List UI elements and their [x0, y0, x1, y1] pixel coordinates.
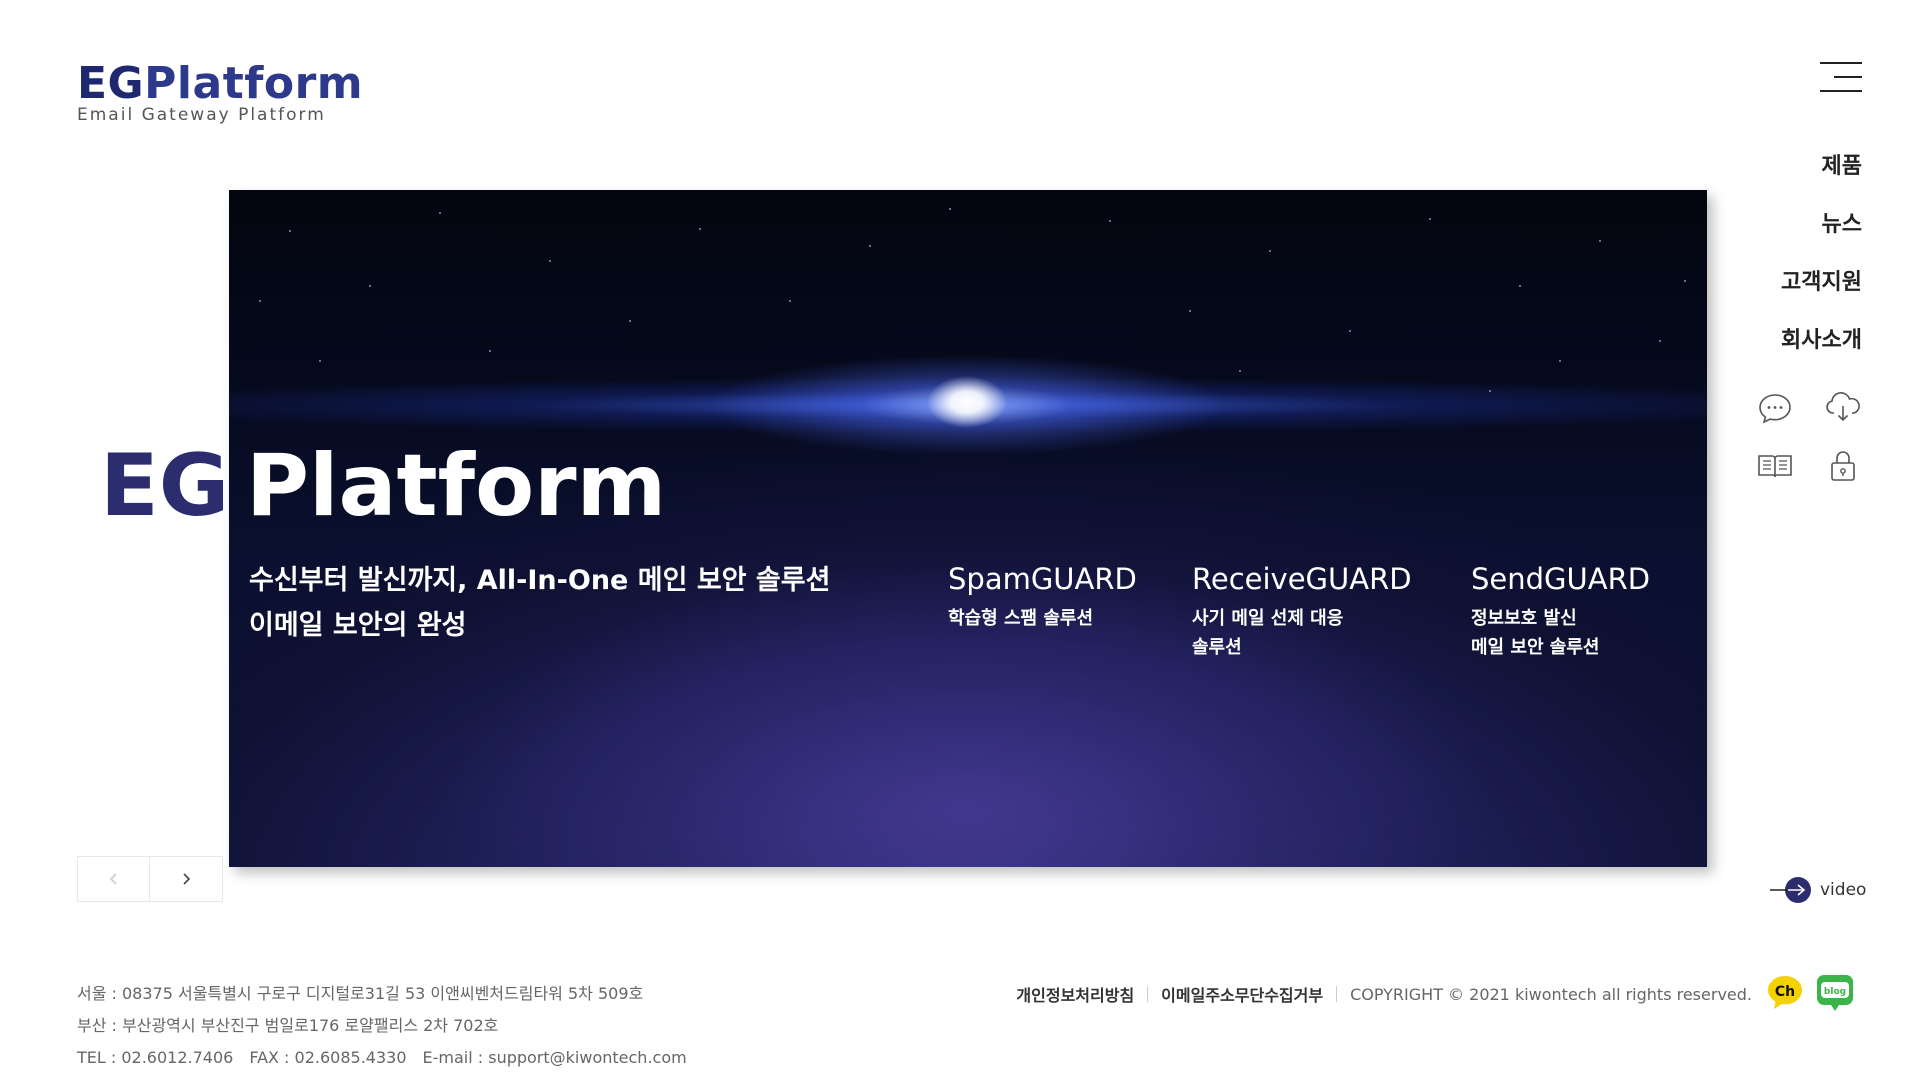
nav-item-news[interactable]: 뉴스	[1781, 210, 1862, 268]
nav-item-products[interactable]: 제품	[1781, 152, 1862, 210]
kakao-channel-icon[interactable]: Ch	[1765, 973, 1805, 1013]
logo-wordmark: EGPlatform	[77, 62, 363, 106]
logo-eg: EG	[77, 58, 145, 109]
lock-icon[interactable]	[1823, 446, 1863, 486]
chevron-left-icon	[109, 873, 117, 885]
blog-icon[interactable]: blog	[1815, 973, 1855, 1013]
email[interactable]: E-mail : support@kiwontech.com	[423, 1048, 687, 1067]
address-busan: 부산 : 부산광역시 부산진구 범일로176 로얄팰리스 2차 702호	[77, 1016, 499, 1035]
tel: TEL : 02.6012.7406	[77, 1048, 234, 1067]
product-desc-line2: 메일 보안 솔루션	[1471, 637, 1600, 658]
hero-title-eg: EG	[100, 436, 230, 536]
chat-icon[interactable]	[1755, 388, 1795, 428]
slider-controls	[77, 856, 223, 902]
menu-icon[interactable]	[1820, 60, 1862, 96]
product-name: SendGUARD	[1471, 562, 1651, 596]
ch-label: Ch	[1775, 984, 1795, 1000]
contact-line: TEL : 02.6012.7406 FAX : 02.6085.4330 E-ma…	[77, 1042, 687, 1074]
slider-prev-button[interactable]	[78, 857, 150, 901]
fax: FAX : 02.6085.4330	[249, 1048, 407, 1067]
divider	[1147, 986, 1149, 1002]
cloud-download-icon[interactable]	[1823, 388, 1863, 428]
footer-links: 개인정보처리방침 이메일주소무단수집거부 COPYRIGHT © 2021 ki…	[1016, 982, 1752, 1006]
product-desc-line1: 사기 메일 선제 대응	[1192, 608, 1344, 629]
copyright: COPYRIGHT © 2021 kiwontech all rights re…	[1350, 984, 1752, 1004]
logo-platform: Platform	[144, 58, 364, 109]
nav-item-company[interactable]: 회사소개	[1781, 326, 1862, 384]
product-sendguard[interactable]: SendGUARD 정보보호 발신 메일 보안 솔루션	[1471, 558, 1650, 662]
product-desc-line1: 학습형 스팸 솔루션	[948, 608, 1094, 629]
product-desc-line1: 정보보호 발신	[1471, 608, 1577, 629]
product-desc-line2: 솔루션	[1192, 637, 1242, 658]
product-name: SpamGUARD	[948, 562, 1137, 596]
product-name: ReceiveGUARD	[1192, 562, 1412, 596]
email-refuse-link[interactable]: 이메일주소무단수집거부	[1161, 982, 1323, 1006]
hero-subtitle-line1: 수신부터 발신까지, All-In-One 메인 보안 솔루션	[249, 565, 831, 596]
video-label: video	[1820, 880, 1867, 900]
product-spamguard[interactable]: SpamGUARD 학습형 스팸 솔루션	[948, 558, 1137, 633]
footer-address: 서울 : 08375 서울특별시 구로구 디지털로31길 53 이앤씨벤처드림타…	[77, 978, 687, 1074]
divider	[1336, 986, 1338, 1002]
address-seoul: 서울 : 08375 서울특별시 구로구 디지털로31길 53 이앤씨벤처드림타…	[77, 984, 644, 1003]
chevron-right-icon	[183, 873, 191, 885]
arrow-right-icon	[1768, 875, 1814, 905]
video-link[interactable]: video	[1768, 874, 1866, 906]
logo[interactable]: EGPlatform Email Gateway Platform	[77, 62, 363, 132]
slider-next-button[interactable]	[150, 857, 222, 901]
product-receiveguard[interactable]: ReceiveGUARD 사기 메일 선제 대응 솔루션	[1192, 558, 1412, 662]
product-desc: 학습형 스팸 솔루션	[948, 604, 1137, 633]
hero-title-platform: Platform	[246, 436, 667, 536]
blog-label: blog	[1824, 987, 1846, 997]
nav-item-support[interactable]: 고객지원	[1781, 268, 1862, 326]
main-nav: 제품 뉴스 고객지원 회사소개	[1781, 152, 1862, 384]
product-desc: 사기 메일 선제 대응 솔루션	[1192, 604, 1412, 662]
product-desc: 정보보호 발신 메일 보안 솔루션	[1471, 604, 1650, 662]
logo-tagline: Email Gateway Platform	[77, 105, 326, 125]
privacy-policy-link[interactable]: 개인정보처리방침	[1016, 982, 1134, 1006]
hero-subtitle-line2: 이메일 보안의 완성	[249, 610, 467, 641]
hero-subtitle: 수신부터 발신까지, All-In-One 메인 보안 솔루션 이메일 보안의 …	[249, 558, 830, 648]
quick-links	[1755, 388, 1865, 488]
book-icon[interactable]	[1755, 446, 1795, 486]
